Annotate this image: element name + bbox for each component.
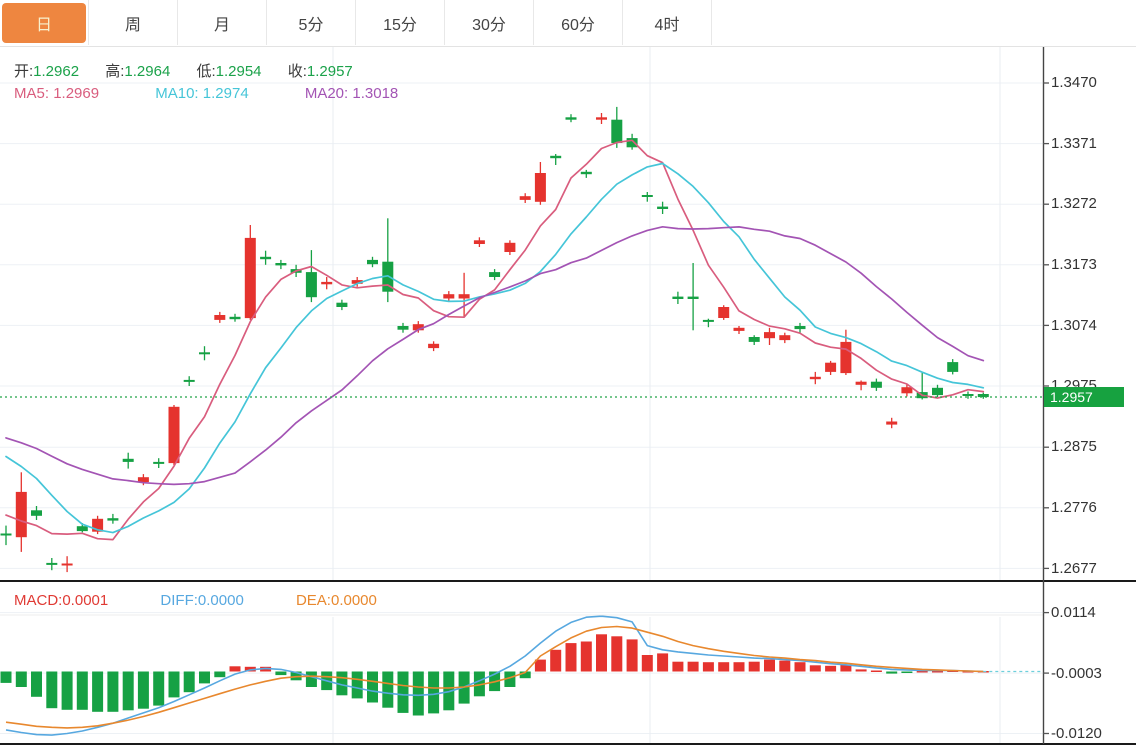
tab-week-label: 周 bbox=[91, 3, 175, 43]
high-label: 高: bbox=[105, 63, 124, 80]
ma20-value: 1.3018 bbox=[352, 85, 398, 102]
macd-legend-row: MACD:0.0001 DIFF:0.0000 DEA:0.0000 bbox=[14, 592, 425, 609]
ohlc-info-row: 开:1.2962 高:1.2964 低:1.2954 收:1.2957 bbox=[14, 60, 375, 81]
tab-60min-label: 60分 bbox=[536, 3, 620, 43]
ma-legend-row: MA5: 1.2969 MA10: 1.2974 MA20: 1.3018 bbox=[14, 85, 450, 102]
tab-4hour-label: 4时 bbox=[625, 3, 709, 43]
chart-svg[interactable] bbox=[0, 0, 1136, 752]
tab-15min[interactable]: 15分 bbox=[356, 0, 445, 45]
open-label: 开: bbox=[14, 63, 33, 80]
timeframe-tabbar: 日 周 月 5分 15分 30分 60分 4时 bbox=[0, 0, 1136, 47]
close-label: 收: bbox=[288, 63, 307, 80]
macd-tick-label: -0.0003 bbox=[1051, 665, 1102, 682]
tab-month-label: 月 bbox=[180, 3, 264, 43]
tab-day[interactable]: 日 bbox=[0, 0, 89, 45]
price-tick-label: 1.2875 bbox=[1051, 438, 1097, 455]
tab-15min-label: 15分 bbox=[358, 3, 442, 43]
dea-value: 0.0000 bbox=[331, 592, 377, 609]
ma10-value: 1.2974 bbox=[203, 85, 249, 102]
trading-chart-window: 日 周 月 5分 15分 30分 60分 4时 开:1.2962 高:1.296… bbox=[0, 0, 1136, 752]
diff-value: 0.0000 bbox=[198, 592, 244, 609]
ma5-value: 1.2969 bbox=[53, 85, 99, 102]
macd-tick-label: -0.0120 bbox=[1051, 725, 1102, 742]
price-tick-label: 1.3470 bbox=[1051, 74, 1097, 91]
current-price-badge: 1.2957 bbox=[1044, 387, 1124, 407]
tab-5min[interactable]: 5分 bbox=[267, 0, 356, 45]
dea-legend: DEA:0.0000 bbox=[296, 592, 401, 609]
close-value: 1.2957 bbox=[307, 63, 353, 80]
macd-tick-label: 0.0114 bbox=[1051, 604, 1096, 621]
ma5-legend: MA5: 1.2969 bbox=[14, 85, 125, 102]
low-value: 1.2954 bbox=[216, 63, 262, 80]
diff-legend: DIFF:0.0000 bbox=[160, 592, 267, 609]
tab-4hour[interactable]: 4时 bbox=[623, 0, 712, 45]
tab-month[interactable]: 月 bbox=[178, 0, 267, 45]
tab-day-label: 日 bbox=[2, 3, 86, 43]
tab-30min[interactable]: 30分 bbox=[445, 0, 534, 45]
open-value: 1.2962 bbox=[33, 63, 79, 80]
price-tick-label: 1.2677 bbox=[1051, 560, 1097, 577]
tab-5min-label: 5分 bbox=[269, 3, 353, 43]
tab-60min[interactable]: 60分 bbox=[534, 0, 623, 45]
high-value: 1.2964 bbox=[124, 63, 170, 80]
tab-30min-label: 30分 bbox=[447, 3, 531, 43]
macd-value: 0.0001 bbox=[62, 592, 108, 609]
candlestick-chart-canvas[interactable] bbox=[0, 0, 1136, 752]
ma20-legend: MA20: 1.3018 bbox=[305, 85, 424, 102]
ma10-legend: MA10: 1.2974 bbox=[155, 85, 274, 102]
price-tick-label: 1.2776 bbox=[1051, 499, 1097, 516]
macd-legend: MACD:0.0001 bbox=[14, 592, 132, 609]
tab-week[interactable]: 周 bbox=[89, 0, 178, 45]
price-tick-label: 1.3074 bbox=[1051, 317, 1097, 334]
low-label: 低: bbox=[196, 63, 215, 80]
price-tick-label: 1.3272 bbox=[1051, 195, 1097, 212]
price-tick-label: 1.3173 bbox=[1051, 256, 1097, 273]
price-tick-label: 1.3371 bbox=[1051, 135, 1097, 152]
